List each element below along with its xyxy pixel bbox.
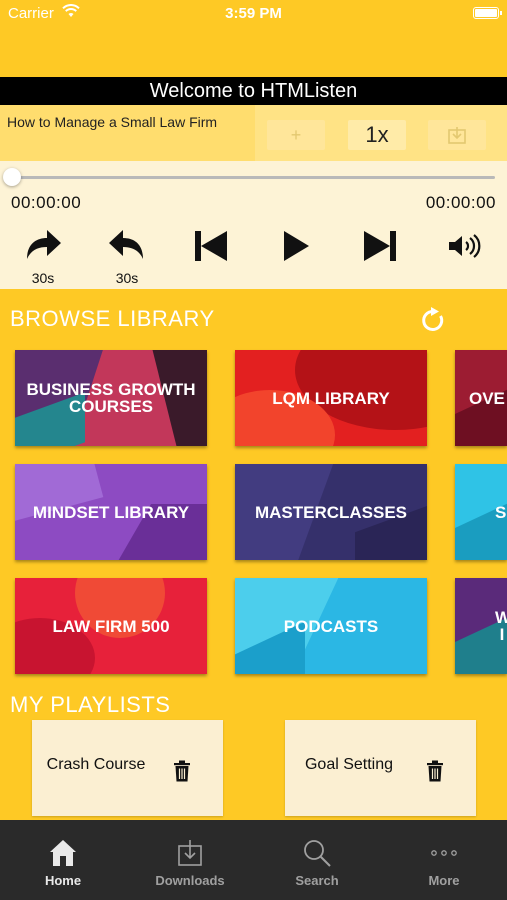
tab-label: Search xyxy=(295,873,339,888)
library-card-label: OVE xyxy=(469,388,505,408)
playlist-name: Goal Setting xyxy=(304,756,394,773)
status-bar: Carrier 3:59 PM xyxy=(0,0,507,28)
volume-icon[interactable] xyxy=(447,233,483,259)
library-card-label: LAW FIRM 500 xyxy=(52,616,170,636)
library-card-law-firm-500[interactable]: LAW FIRM 500 xyxy=(15,578,207,674)
library-card-label: LQM LIBRARY xyxy=(272,388,390,408)
tab-label: More xyxy=(428,873,460,888)
tab-downloads[interactable]: Downloads xyxy=(127,820,253,900)
my-playlists-heading: MY PLAYLISTS xyxy=(10,692,171,717)
elapsed-time: 00:00:00 xyxy=(11,193,82,212)
library-card-label: W I xyxy=(495,608,507,644)
more-icon xyxy=(431,850,457,856)
library-card-lqm-library[interactable]: LQM LIBRARY xyxy=(235,350,427,446)
clock: 3:59 PM xyxy=(225,5,282,22)
now-playing-title: How to Manage a Small Law Firm xyxy=(7,114,218,130)
audio-player: 00:00:00 00:00:00 30s 30s xyxy=(0,161,507,289)
download-icon xyxy=(178,840,202,866)
progress-track[interactable] xyxy=(12,176,495,179)
browse-library-heading: BROWSE LIBRARY xyxy=(10,306,215,331)
playlist-card[interactable]: Crash Course xyxy=(32,720,223,816)
play-icon[interactable] xyxy=(281,229,311,263)
now-playing-bar: How to Manage a Small Law Firm + 1x xyxy=(0,105,507,161)
tab-home[interactable]: Home xyxy=(0,820,126,900)
home-icon xyxy=(50,840,76,866)
skip-forward-icon[interactable] xyxy=(23,227,63,261)
library-card-podcasts[interactable]: PODCASTS xyxy=(235,578,427,674)
battery-icon xyxy=(473,7,502,19)
playback-speed-button[interactable]: 1x xyxy=(348,120,406,150)
skip-back-icon[interactable] xyxy=(107,227,147,261)
library-card-overflow-1[interactable]: OVE xyxy=(455,350,507,446)
page-title: Welcome to HTMListen xyxy=(0,77,507,105)
search-icon xyxy=(304,840,331,867)
skip-forward-label: 30s xyxy=(31,270,55,286)
trash-icon[interactable] xyxy=(426,760,444,782)
tab-bar: Home Downloads Search More xyxy=(0,820,507,900)
playlist-card[interactable]: Goal Setting xyxy=(285,720,476,816)
library-card-label: MINDSET LIBRARY xyxy=(32,502,190,522)
tab-search[interactable]: Search xyxy=(254,820,380,900)
download-button[interactable] xyxy=(428,120,486,150)
library-card-label: PODCASTS xyxy=(283,616,379,636)
now-playing-controls: + 1x xyxy=(255,105,507,161)
tab-label: Home xyxy=(44,873,82,888)
download-icon xyxy=(448,127,466,144)
library-card-mindset-library[interactable]: MINDSET LIBRARY xyxy=(15,464,207,560)
library-card-overflow-2[interactable]: S xyxy=(455,464,507,560)
tab-more[interactable]: More xyxy=(381,820,507,900)
tab-label: Downloads xyxy=(155,873,225,888)
library-card-masterclasses[interactable]: MASTERCLASSES xyxy=(235,464,427,560)
skip-back-label: 30s xyxy=(115,270,139,286)
library-card-overflow-3[interactable]: W I xyxy=(455,578,507,674)
previous-track-icon[interactable] xyxy=(193,229,229,263)
library-card-label: BUSINESS GROWTH COURSES xyxy=(26,380,196,416)
progress-slider-handle[interactable] xyxy=(3,168,21,186)
library-card-label: S xyxy=(495,502,507,522)
next-track-icon[interactable] xyxy=(362,229,398,263)
trash-icon[interactable] xyxy=(173,760,191,782)
refresh-icon[interactable] xyxy=(420,306,446,334)
library-card-business-growth[interactable]: BUSINESS GROWTH COURSES xyxy=(15,350,207,446)
add-to-playlist-button[interactable]: + xyxy=(267,120,325,150)
playlist-name: Crash Course xyxy=(46,756,146,773)
duration-time: 00:00:00 xyxy=(425,193,496,212)
library-card-label: MASTERCLASSES xyxy=(254,502,408,522)
